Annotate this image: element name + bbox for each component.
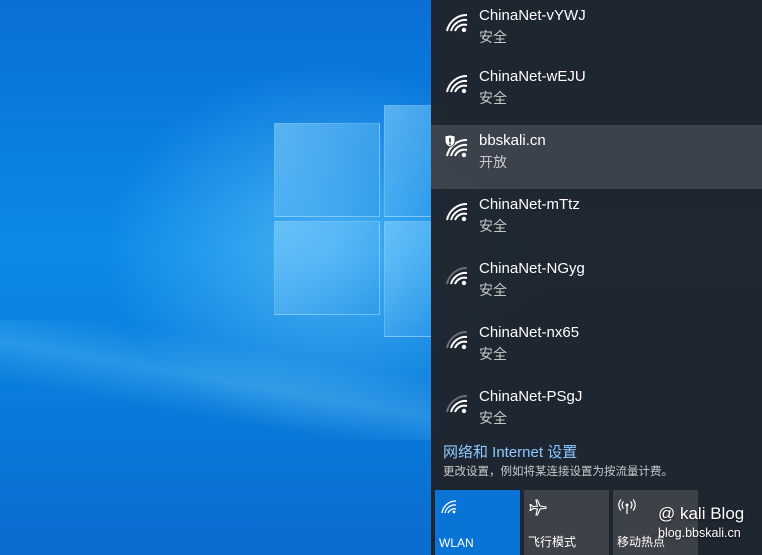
network-name: ChinaNet-vYWJ — [479, 7, 586, 24]
logo-pane — [274, 221, 380, 315]
network-name: ChinaNet-nx65 — [479, 324, 580, 341]
network-list: ChinaNet-vYWJ 安全 ChinaNet-wEJU 安全 bbskal… — [431, 0, 762, 445]
network-item-chinanet-mttz[interactable]: ChinaNet-mTtz 安全 — [431, 189, 762, 253]
network-status: 开放 — [479, 154, 507, 170]
wifi-icon — [446, 202, 468, 222]
airplane-icon — [529, 499, 547, 516]
hotspot-icon — [618, 499, 636, 514]
network-name: ChinaNet-wEJU — [479, 68, 586, 85]
network-status: 安全 — [479, 29, 507, 45]
network-status: 安全 — [479, 90, 507, 106]
network-name: ChinaNet-mTtz — [479, 196, 580, 213]
network-flyout: ChinaNet-vYWJ 安全 ChinaNet-wEJU 安全 bbskal… — [431, 0, 762, 555]
windows-logo — [274, 105, 446, 337]
tile-label: 飞行模式 — [528, 535, 577, 549]
network-settings-description: 更改设置，例如将某连接设置为按流量计费。 — [443, 466, 673, 478]
logo-pane — [274, 123, 380, 217]
airplane-mode-button[interactable]: 飞行模式 — [524, 490, 609, 555]
network-settings-link[interactable]: 网络和 Internet 设置 — [443, 441, 577, 462]
wifi-icon — [441, 500, 457, 514]
network-item-chinanet-nx65[interactable]: ChinaNet-nx65 安全 — [431, 317, 762, 381]
wifi-open-shield-icon — [444, 135, 468, 158]
wifi-icon — [446, 266, 468, 286]
network-status: 安全 — [479, 282, 507, 298]
network-item-chinanet-vywj[interactable]: ChinaNet-vYWJ 安全 — [431, 0, 762, 61]
wifi-icon — [446, 13, 468, 33]
network-name: ChinaNet-PSgJ — [479, 388, 583, 405]
network-status: 安全 — [479, 218, 507, 234]
wifi-icon — [446, 330, 468, 350]
watermark-title: @ kali Blog — [658, 504, 745, 523]
tile-label: WLAN — [439, 536, 474, 550]
wifi-icon — [446, 74, 468, 94]
wifi-icon — [446, 394, 468, 414]
network-item-bbskali[interactable]: bbskali.cn 开放 — [431, 125, 762, 189]
network-status: 安全 — [479, 410, 507, 426]
wlan-toggle-button[interactable]: WLAN — [435, 490, 520, 555]
network-item-chinanet-psgj[interactable]: ChinaNet-PSgJ 安全 — [431, 381, 762, 445]
network-item-chinanet-weju[interactable]: ChinaNet-wEJU 安全 — [431, 61, 762, 125]
wallpaper-light-beam — [0, 320, 440, 440]
network-status: 安全 — [479, 346, 507, 362]
watermark-url: blog.bbskali.cn — [658, 526, 741, 540]
network-name: ChinaNet-NGyg — [479, 260, 585, 277]
network-item-chinanet-ngyg[interactable]: ChinaNet-NGyg 安全 — [431, 253, 762, 317]
network-name: bbskali.cn — [479, 132, 546, 149]
